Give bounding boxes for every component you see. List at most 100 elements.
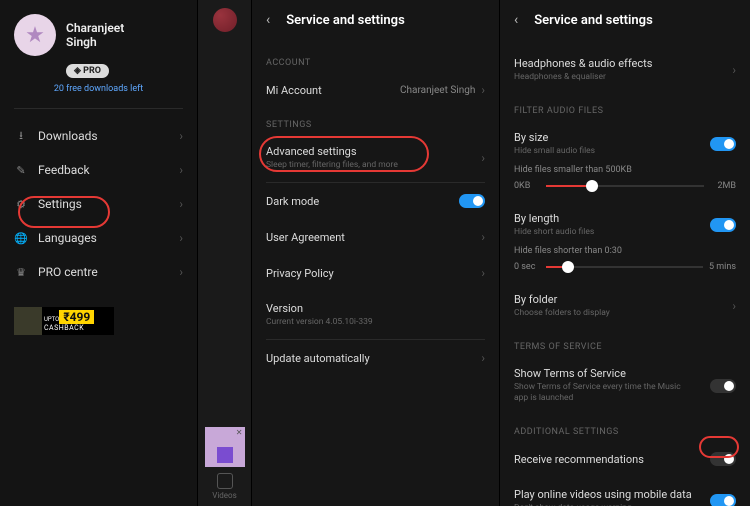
row-by-size[interactable]: By size Hide small audio files xyxy=(500,120,750,161)
update-auto-label: Update automatically xyxy=(266,352,370,365)
row-headphones[interactable]: Headphones & audio effects Headphones & … xyxy=(500,46,750,94)
by-folder-sub: Choose folders to display xyxy=(514,308,610,319)
sidebar-item-pro-centre[interactable]: ♛ PRO centre › xyxy=(0,255,197,289)
sidebar-label-languages: Languages xyxy=(38,231,97,245)
sidebar-item-feedback[interactable]: ✎ Feedback › xyxy=(0,153,197,187)
length-slider-label: Hide files shorter than 0:30 xyxy=(514,246,736,256)
by-size-sub: Hide small audio files xyxy=(514,146,595,157)
row-by-folder[interactable]: By folder Choose folders to display › xyxy=(500,282,750,330)
chevron-right-icon: › xyxy=(481,266,485,280)
play-mobile-toggle[interactable] xyxy=(710,494,736,506)
chevron-right-icon: › xyxy=(732,299,736,313)
length-max: 5 mins xyxy=(709,262,736,272)
by-size-toggle[interactable] xyxy=(710,137,736,151)
sidebar-label-settings: Settings xyxy=(38,197,82,211)
row-mi-account[interactable]: Mi Account Charanjeet Singh › xyxy=(252,72,499,108)
sidebar-label-downloads: Downloads xyxy=(38,129,98,143)
mi-account-value: Charanjeet Singh xyxy=(400,85,475,96)
length-min: 0 sec xyxy=(514,262,540,272)
size-max: 2MB xyxy=(710,181,736,191)
row-by-length[interactable]: By length Hide short audio files xyxy=(500,201,750,242)
size-min: 0KB xyxy=(514,181,540,191)
row-user-agreement[interactable]: User Agreement › xyxy=(252,219,499,255)
receive-rec-label: Receive recommendations xyxy=(514,453,644,466)
promo-banner[interactable]: UPTO ₹499 CASHBACK xyxy=(14,307,114,335)
gear-icon: ⚙ xyxy=(14,197,28,211)
headphones-label: Headphones & audio effects xyxy=(514,57,652,70)
by-length-sub: Hide short audio files xyxy=(514,227,594,238)
privacy-policy-label: Privacy Policy xyxy=(266,267,334,280)
advanced-sub: Sleep timer, filtering files, and more xyxy=(266,160,398,171)
size-slider-group: Hide files smaller than 500KB 0KB 2MB xyxy=(500,161,750,201)
size-slider-label: Hide files smaller than 500KB xyxy=(514,165,736,175)
version-sub: Current version 4.05.10i-339 xyxy=(266,317,373,328)
feedback-icon: ✎ xyxy=(14,163,28,177)
download-icon: ⭳ xyxy=(14,129,28,143)
version-label: Version xyxy=(266,302,373,315)
user-name-line1: Charanjeet xyxy=(66,21,124,35)
page-title: Service and settings xyxy=(286,13,405,28)
star-icon: ★ xyxy=(25,23,45,48)
row-update-automatically[interactable]: Update automatically › xyxy=(252,340,499,376)
headphones-sub: Headphones & equaliser xyxy=(514,72,652,83)
dark-mode-label: Dark mode xyxy=(266,195,319,208)
chevron-right-icon: › xyxy=(732,63,736,77)
promo-image xyxy=(14,307,42,335)
sidebar-label-pro-centre: PRO centre xyxy=(38,265,98,279)
back-button[interactable]: ‹ xyxy=(514,12,518,28)
row-advanced-settings[interactable]: Advanced settings Sleep timer, filtering… xyxy=(252,134,499,182)
chevron-right-icon: › xyxy=(481,230,485,244)
section-filter: FILTER AUDIO FILES xyxy=(500,102,750,120)
by-length-toggle[interactable] xyxy=(710,218,736,232)
row-receive-recommendations[interactable]: Receive recommendations xyxy=(500,441,750,477)
dark-mode-toggle[interactable] xyxy=(459,194,485,208)
chevron-right-icon: › xyxy=(179,265,183,279)
mi-account-label: Mi Account xyxy=(266,84,322,97)
avatar[interactable]: ★ xyxy=(14,14,56,56)
promo-cashback: CASHBACK xyxy=(44,324,94,332)
sidebar-item-languages[interactable]: 🌐 Languages › xyxy=(0,221,197,255)
show-tos-toggle[interactable] xyxy=(710,379,736,393)
user-agreement-label: User Agreement xyxy=(266,231,345,244)
sidebar-label-feedback: Feedback xyxy=(38,163,90,177)
videos-icon[interactable] xyxy=(217,473,233,489)
section-account: ACCOUNT xyxy=(252,54,499,72)
promo-upto: UPTO xyxy=(44,316,59,323)
sidebar-item-settings[interactable]: ⚙ Settings › xyxy=(0,187,197,221)
row-dark-mode[interactable]: Dark mode xyxy=(252,183,499,219)
chevron-right-icon: › xyxy=(179,231,183,245)
page-title: Service and settings xyxy=(534,13,653,28)
length-slider[interactable] xyxy=(546,266,703,268)
videos-label: Videos xyxy=(212,491,236,500)
chevron-right-icon: › xyxy=(481,351,485,365)
by-length-label: By length xyxy=(514,212,594,225)
show-tos-sub: Show Terms of Service every time the Mus… xyxy=(514,382,694,404)
downloads-left[interactable]: 20 free downloads left xyxy=(0,78,197,108)
section-terms: TERMS OF SERVICE xyxy=(500,338,750,356)
close-icon[interactable]: ✕ xyxy=(236,428,243,437)
receive-rec-toggle[interactable] xyxy=(710,452,736,466)
chevron-right-icon: › xyxy=(481,83,485,97)
chevron-right-icon: › xyxy=(179,163,183,177)
row-play-mobile-data[interactable]: Play online videos using mobile data Don… xyxy=(500,477,750,506)
length-slider-group: Hide files shorter than 0:30 0 sec 5 min… xyxy=(500,242,750,282)
advanced-label: Advanced settings xyxy=(266,145,398,158)
crown-icon: ♛ xyxy=(14,265,28,279)
row-show-tos[interactable]: Show Terms of Service Show Terms of Serv… xyxy=(500,356,750,415)
row-privacy-policy[interactable]: Privacy Policy › xyxy=(252,255,499,291)
sidebar-item-downloads[interactable]: ⭳ Downloads › xyxy=(0,119,197,153)
back-button[interactable]: ‹ xyxy=(266,12,270,28)
gift-icon xyxy=(217,447,233,463)
size-slider[interactable] xyxy=(546,185,704,187)
play-mobile-label: Play online videos using mobile data xyxy=(514,488,692,501)
mini-promo[interactable]: ✕ xyxy=(205,427,245,467)
show-tos-label: Show Terms of Service xyxy=(514,367,694,380)
row-version: Version Current version 4.05.10i-339 xyxy=(252,291,499,339)
profile-header: ★ Charanjeet Singh xyxy=(0,0,197,62)
by-size-label: By size xyxy=(514,131,595,144)
chevron-right-icon: › xyxy=(179,129,183,143)
chevron-right-icon: › xyxy=(179,197,183,211)
section-additional: ADDITIONAL SETTINGS xyxy=(500,423,750,441)
mini-player-icon[interactable] xyxy=(213,8,237,32)
globe-icon: 🌐 xyxy=(14,231,28,245)
